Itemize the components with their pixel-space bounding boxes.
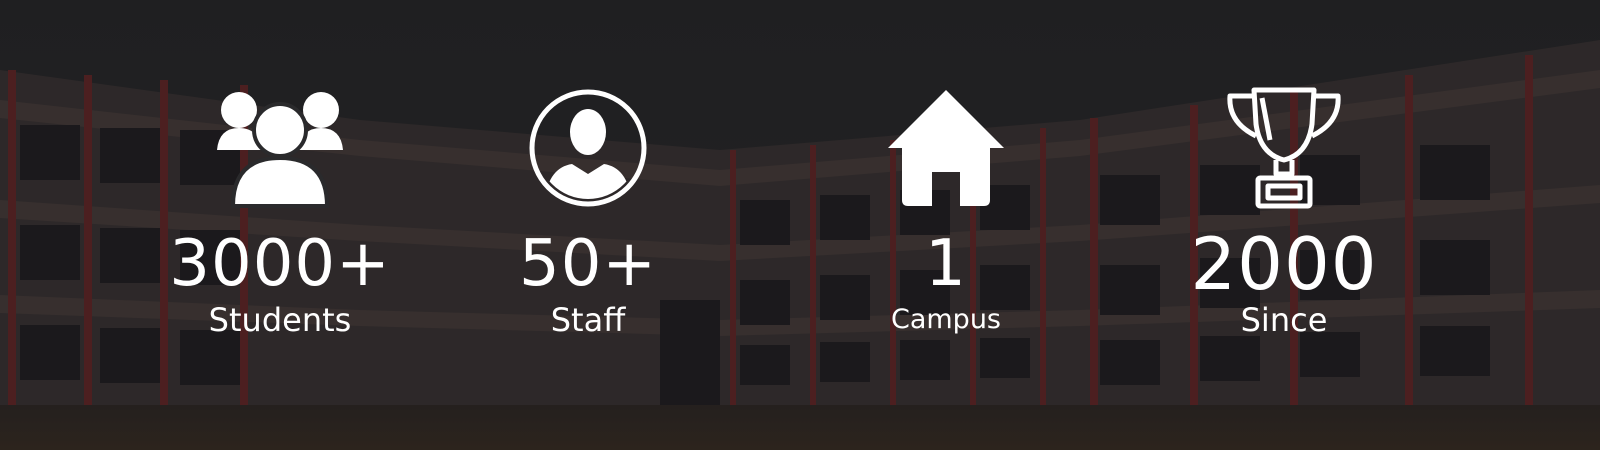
stat-students: 3000+ Students [150,0,410,450]
stat-label: Students [208,301,352,339]
stat-value: 3000+ [169,227,391,301]
trophy-icon [1227,87,1341,209]
stat-label: Since [1240,301,1328,339]
user-avatar-icon [529,89,647,207]
stat-label: Campus [890,304,1002,335]
home-icon [888,90,1004,206]
stat-value: 1 [925,227,967,301]
group-icon [217,92,343,208]
stat-staff: 50+ Staff [458,0,718,450]
stat-value: 50+ [518,227,658,301]
stat-label: Staff [550,301,626,339]
stat-campus: 1 Campus [816,0,1076,450]
stat-since: 2000 Since [1154,0,1414,450]
stats-banner: 3000+ Students 50+ Staff 1 Campus 2000 S… [0,0,1600,450]
stat-value: 2000 [1190,222,1378,306]
